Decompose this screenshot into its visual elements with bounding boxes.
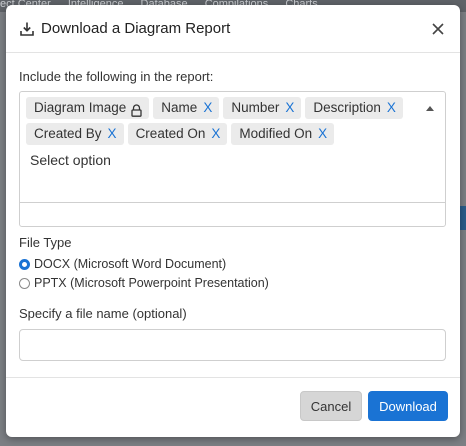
tag-label: Created By <box>34 126 102 141</box>
download-button[interactable]: Download <box>368 391 448 421</box>
tag-number: Number X <box>223 97 302 119</box>
report-fields-multiselect[interactable]: Diagram Image Name X Number X Descriptio… <box>19 91 446 227</box>
remove-tag-button[interactable]: X <box>203 97 212 119</box>
select-option-input[interactable]: Select option <box>30 149 445 171</box>
tag-label: Name <box>161 100 198 115</box>
tag-label: Modified On <box>239 126 313 141</box>
tag-created-on: Created On X <box>127 123 228 145</box>
selected-tags: Diagram Image Name X Number X Descriptio… <box>20 92 445 149</box>
dialog-header: Download a Diagram Report <box>6 5 460 53</box>
radio-option-docx[interactable]: DOCX (Microsoft Word Document) <box>19 257 446 271</box>
download-icon <box>19 21 35 37</box>
cancel-button[interactable]: Cancel <box>300 391 362 421</box>
file-type-label: File Type <box>19 235 72 250</box>
tag-name: Name X <box>153 97 220 119</box>
tag-diagram-image: Diagram Image <box>26 97 150 119</box>
filename-label: Specify a file name (optional) <box>19 306 187 321</box>
dialog-footer: Cancel Download <box>6 377 460 437</box>
dialog-title: Download a Diagram Report <box>41 20 231 37</box>
remove-tag-button[interactable]: X <box>318 123 327 145</box>
remove-tag-button[interactable]: X <box>387 97 396 119</box>
remove-tag-button[interactable]: X <box>108 123 117 145</box>
radio-option-pptx[interactable]: PPTX (Microsoft Powerpoint Presentation) <box>19 276 446 290</box>
tag-label: Diagram Image <box>34 100 127 115</box>
dialog-body: Include the following in the report: Dia… <box>6 53 460 361</box>
include-label: Include the following in the report: <box>19 69 214 84</box>
close-icon[interactable] <box>430 21 446 37</box>
remove-tag-button[interactable]: X <box>211 123 220 145</box>
tag-modified-on: Modified On X <box>231 123 335 145</box>
lock-icon <box>131 102 142 117</box>
remove-tag-button[interactable]: X <box>285 97 294 119</box>
tag-label: Description <box>313 100 381 115</box>
tag-label: Number <box>231 100 280 115</box>
tag-created-by: Created By X <box>26 123 124 145</box>
radio-label: DOCX (Microsoft Word Document) <box>34 257 227 271</box>
radio-button-docx[interactable] <box>19 258 30 270</box>
radio-button-pptx[interactable] <box>19 277 30 289</box>
download-report-dialog: Download a Diagram Report Include the fo… <box>6 5 460 437</box>
radio-label: PPTX (Microsoft Powerpoint Presentation) <box>34 276 269 290</box>
filename-input[interactable] <box>19 329 446 361</box>
multiselect-footer-area <box>20 202 445 226</box>
caret-up-icon[interactable] <box>426 106 434 111</box>
tag-description: Description X <box>305 97 403 119</box>
tag-label: Created On <box>135 126 206 141</box>
